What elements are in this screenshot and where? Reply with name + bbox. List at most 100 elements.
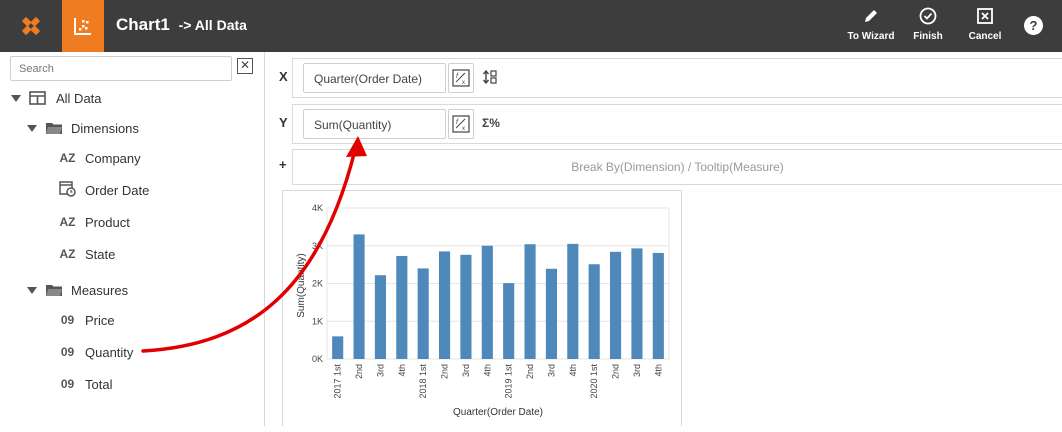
x-tick-label: 2019 1st [504,364,514,399]
x-tick-label: 4th [568,364,578,377]
field-order-date[interactable]: Order Date [59,180,149,200]
close-box-icon [977,8,993,24]
chart-type-button[interactable] [62,0,104,52]
tree-group-dimensions[interactable]: Dimensions [27,118,139,138]
field-label: State [85,246,116,262]
x-axis-label: X [279,69,288,84]
x-tick-label: 3rd [632,364,642,377]
folder-icon [46,123,62,134]
caret-down-icon[interactable] [11,94,21,102]
x-field-pill[interactable]: Quarter(Order Date) [303,63,446,93]
chart-bar [439,251,451,359]
breakby-shelf[interactable]: Break By(Dimension) / Tooltip(Measure) [292,149,1062,185]
x-formula-button[interactable]: f x [448,63,474,93]
chart-bar [374,275,386,359]
field-label: Company [85,150,141,166]
finish-button[interactable]: Finish [898,5,958,47]
chart-bar [631,248,643,359]
field-total[interactable]: 09 Total [59,374,113,394]
x-tick-label: 2nd [354,364,364,379]
y-tick-label: 4K [312,203,323,213]
text-type-icon: AZ [59,215,76,229]
chart-bar [524,244,536,359]
logo-icon [22,17,40,35]
sort-icon[interactable] [482,69,498,88]
x-tick-label: 4th [482,364,492,377]
x-tick-label: 3rd [546,364,556,377]
y-tick-label: 1K [312,316,323,326]
field-state[interactable]: AZ State [59,244,116,264]
search-input[interactable] [10,56,232,81]
bar-chart: 0K 1K 2K 3K 4K 2017 1st 2nd 3rd 4th 2018 1st 2nd 3r… [296,203,670,418]
x-tick-label: 3rd [461,364,471,377]
x-tick-label: 2020 1st [589,364,599,399]
aggregate-percent-icon[interactable]: Σ% [482,116,500,130]
chart-bar [396,255,408,359]
clear-search-icon[interactable]: ✕ [237,58,253,74]
y-tick-label: 2K [312,279,323,289]
scatter-chart-icon [74,18,91,35]
chart-bar [652,252,664,359]
date-icon [59,180,76,200]
cancel-label: Cancel [968,31,1002,42]
chart-bar [588,264,600,359]
tree-group-measures[interactable]: Measures [27,280,128,300]
field-label: Product [85,214,130,230]
folder-icon [46,285,62,296]
chart-bar [353,234,365,359]
chart-bar [460,254,472,359]
cancel-button[interactable]: Cancel [955,5,1015,47]
number-type-icon: 09 [60,345,75,359]
chart-bar [567,243,579,359]
check-circle-icon [919,7,937,25]
chart-bar [332,336,344,359]
help-icon[interactable]: ? [1024,16,1043,35]
formula-icon: f x [452,115,470,133]
svg-text:x: x [462,126,465,132]
caret-down-icon[interactable] [27,124,37,132]
number-type-icon: 09 [60,377,75,391]
caret-down-icon[interactable] [27,286,37,294]
x-tick-label: 2018 1st [418,364,428,399]
group-label: Measures [71,282,129,298]
y-axis-label: Y [279,115,288,130]
app-logo[interactable] [0,0,62,52]
chart-bar [545,268,557,359]
x-tick-label: 4th [397,364,407,377]
field-label: Quantity [85,344,134,360]
x-tick-label: 2017 1st [333,364,343,399]
x-tick-label: 2nd [611,364,621,379]
table-icon [29,91,46,105]
chart-bar [481,245,493,359]
field-label: Order Date [85,182,150,198]
y-tick-label: 3K [312,241,323,251]
text-type-icon: AZ [59,247,76,261]
app-header: Chart1 -> All Data To Wizard Finish Canc… [0,0,1062,52]
field-quantity[interactable]: 09 Quantity [59,342,134,362]
field-price[interactable]: 09 Price [59,310,115,330]
breadcrumb: -> All Data [178,17,247,33]
chart-bar [610,251,622,359]
formula-icon: f x [452,69,470,87]
add-breakby-icon[interactable]: + [279,157,287,172]
y-tick-label: 0K [312,354,323,364]
y-formula-button[interactable]: f x [448,109,474,139]
x-tick-label: 2nd [440,364,450,379]
chart-panel: 0K 1K 2K 3K 4K 2017 1st 2nd 3rd 4th 2018 1st 2nd 3r… [282,190,682,426]
to-wizard-button[interactable]: To Wizard [841,5,901,47]
pencil-icon [865,10,877,22]
y-field-pill[interactable]: Sum(Quantity) [303,109,446,139]
group-label: Dimensions [71,120,139,136]
field-product[interactable]: AZ Product [59,212,130,232]
field-company[interactable]: AZ Company [59,148,141,168]
text-type-icon: AZ [59,151,76,165]
number-type-icon: 09 [60,313,75,327]
x-tick-label: 2nd [525,364,535,379]
chart-bar [503,283,515,359]
svg-text:x: x [462,80,465,86]
finish-label: Finish [913,31,943,42]
chart-name: Chart1 [116,15,170,34]
page-title: Chart1 -> All Data [116,15,247,35]
x-axis-title: Quarter(Order Date) [453,407,543,418]
tree-root-all-data[interactable]: All Data [11,88,102,108]
